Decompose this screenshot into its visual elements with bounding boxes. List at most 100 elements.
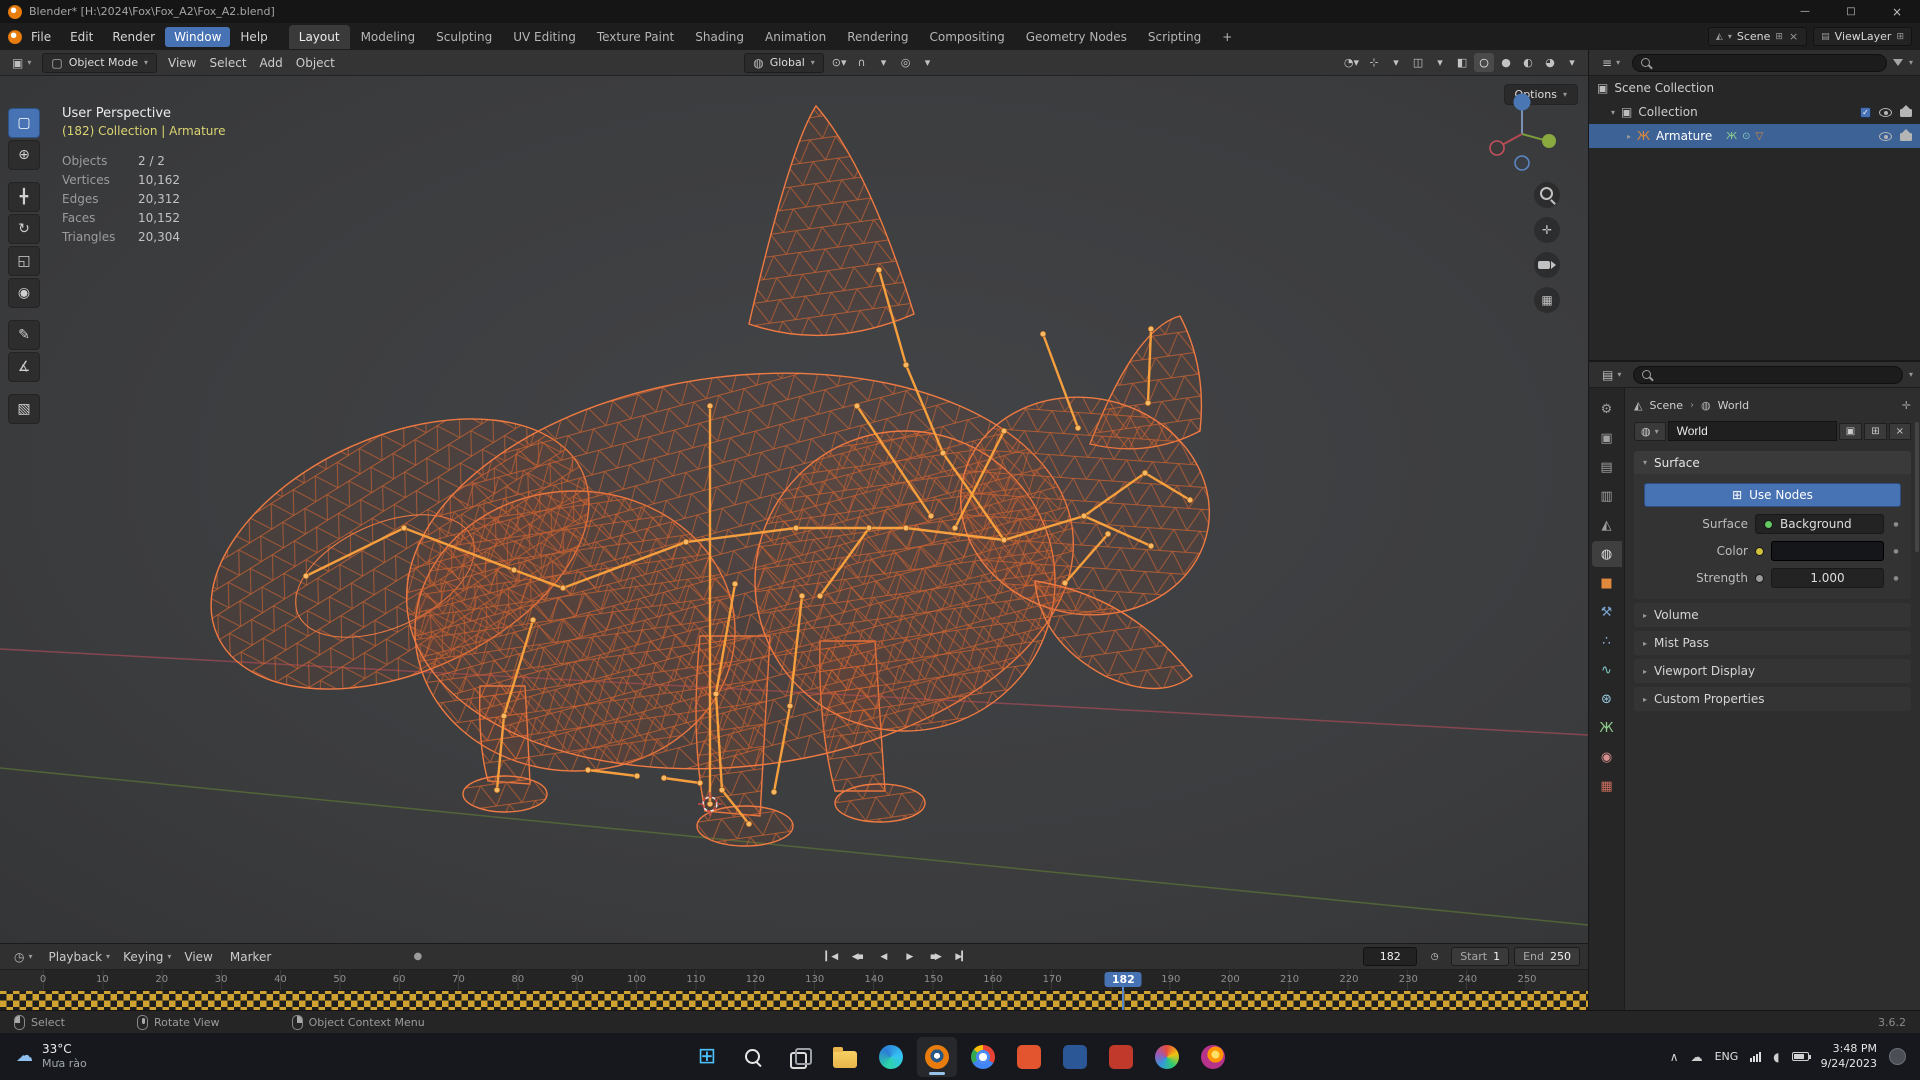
timeline-body[interactable]: 0 10 20 30 40 50 60 70 80 90 100 110 120 130 140 150 160… [0, 970, 1588, 1011]
surface-shader-dropdown[interactable]: Background [1755, 514, 1884, 534]
workspace-tab[interactable]: Modeling [351, 25, 426, 49]
outliner-row-armature[interactable]: ▸ Ж Armature Ж ⊙ ▽ [1589, 124, 1920, 148]
tab-output[interactable]: ▤ [1592, 454, 1622, 480]
navigation-gizmo[interactable] [1480, 90, 1564, 174]
pivot-point-dropdown[interactable]: ⊙▾ [829, 53, 850, 72]
app-icon-red[interactable] [1101, 1037, 1141, 1077]
menu-item[interactable]: Window [165, 26, 231, 47]
shading-dropdown[interactable]: ▾ [1562, 53, 1582, 72]
animate-dot-icon[interactable]: ● [1891, 521, 1901, 528]
properties-search-input[interactable] [1657, 368, 1894, 381]
panel-mist-pass[interactable]: ▸ Mist Pass [1634, 631, 1911, 655]
tab-world[interactable]: ◍ [1591, 541, 1622, 567]
workspace-tab[interactable]: Sculpting [426, 25, 502, 49]
transform-orientation-dropdown[interactable]: ◍ Global ▾ [744, 52, 824, 73]
disable-in-render-icon[interactable] [1900, 105, 1912, 117]
fake-user-icon[interactable]: ▣ [1838, 422, 1863, 440]
minimize-button[interactable]: — [1782, 0, 1828, 23]
app-icon-orange[interactable] [1009, 1037, 1049, 1077]
panel-viewport-display[interactable]: ▸ Viewport Display [1634, 659, 1911, 683]
shading-wireframe-button[interactable]: ○ [1474, 53, 1495, 72]
tab-view-layer[interactable]: ▥ [1592, 483, 1622, 509]
workspace-tab[interactable]: Texture Paint [587, 25, 684, 49]
tab-constraints[interactable]: ⊛ [1592, 686, 1622, 712]
keyframe-strip[interactable] [0, 991, 1588, 1011]
prev-keyframe-button[interactable]: ◀▪ [845, 947, 869, 966]
timeline-editor-type-button[interactable]: ◷ ▾ [8, 948, 39, 966]
viewport-menu-item[interactable]: View [162, 54, 202, 72]
tab-data[interactable]: Ж [1592, 715, 1622, 741]
new-datablock-icon[interactable]: ⊞ [1864, 422, 1887, 440]
tool-move[interactable]: ╋ [8, 182, 40, 212]
tool-add-cube[interactable]: ▧ [8, 394, 40, 424]
menu-item[interactable]: File [22, 27, 60, 47]
search-button[interactable] [733, 1037, 773, 1077]
tab-texture[interactable]: ▦ [1592, 773, 1622, 799]
auto-keying-toggle[interactable]: ● [405, 947, 429, 966]
tab-material[interactable]: ◉ [1592, 744, 1622, 770]
timeline-menu-item[interactable]: Keying ▾ [117, 948, 177, 966]
app-icon-blue[interactable] [1055, 1037, 1095, 1077]
frame-ruler[interactable]: 0 10 20 30 40 50 60 70 80 90 100 110 120 130 140 150 160… [40, 970, 1537, 991]
current-frame-field[interactable]: 182 [1363, 947, 1418, 966]
tab-render[interactable]: ▣ [1592, 425, 1622, 451]
tool-measure[interactable]: ∡ [8, 352, 40, 382]
close-button[interactable]: × [1874, 0, 1920, 23]
unlink-scene-icon[interactable]: × [1788, 30, 1799, 43]
workspace-tab[interactable]: + [1212, 25, 1242, 49]
jump-to-start-button[interactable]: ▎◀ [819, 947, 843, 966]
clock-widget[interactable]: 3:48 PM 9/24/2023 [1821, 1042, 1877, 1072]
play-button[interactable]: ▶ [897, 947, 921, 966]
menu-item[interactable]: Edit [61, 27, 102, 47]
tab-scene[interactable]: ◭ [1592, 512, 1622, 538]
weather-widget[interactable]: ☁ 33°C Mưa rào [0, 1042, 103, 1072]
tab-particles[interactable]: ∴ [1592, 628, 1622, 654]
gizmos-dropdown[interactable]: ▾ [1386, 53, 1406, 72]
app-icon-multicolor[interactable] [1147, 1037, 1187, 1077]
show-gizmos-toggle[interactable]: ⊹ [1364, 53, 1384, 72]
timeline-menu-item[interactable]: Playback ▾ [43, 948, 117, 966]
workspace-tab[interactable]: Geometry Nodes [1016, 25, 1137, 49]
show-overlays-toggle[interactable]: ◫ [1408, 53, 1428, 72]
unlink-icon[interactable]: × [1888, 422, 1911, 440]
new-viewlayer-icon[interactable]: ⊞ [1896, 32, 1904, 42]
properties-editor-type-button[interactable]: ▤ ▾ [1596, 366, 1627, 384]
tool-scale[interactable]: ◱ [8, 246, 40, 276]
tab-modifiers[interactable]: ⚒ [1592, 599, 1622, 625]
onedrive-cloud-icon[interactable]: ☁ [1691, 1050, 1703, 1064]
hide-in-viewport-icon[interactable] [1879, 131, 1892, 141]
snap-settings-dropdown[interactable]: ▾ [874, 53, 894, 72]
workspace-tab[interactable]: Compositing [919, 25, 1014, 49]
chrome-icon[interactable] [963, 1037, 1003, 1077]
breadcrumb-world[interactable]: World [1718, 399, 1750, 412]
blender-menu-icon[interactable] [8, 29, 22, 44]
maximize-button[interactable]: □ [1828, 0, 1874, 23]
zoom-icon[interactable] [1534, 182, 1560, 208]
editor-type-button[interactable]: ▣ ▾ [6, 54, 37, 72]
blender-icon[interactable] [917, 1036, 957, 1077]
firefox-icon[interactable] [1193, 1037, 1233, 1077]
timeline-menu-item[interactable]: View [178, 948, 222, 966]
shading-rendered-button[interactable]: ◕ [1540, 53, 1560, 72]
tab-tool[interactable]: ⚙ [1592, 396, 1622, 422]
collapse-icon[interactable]: ▸ [1627, 132, 1631, 141]
proportional-editing-toggle[interactable]: ◎ [896, 53, 916, 72]
tool-cursor[interactable]: ⊕ [8, 140, 40, 170]
shading-solid-button[interactable]: ● [1496, 53, 1516, 72]
properties-search-box[interactable] [1633, 365, 1903, 384]
expand-icon[interactable]: ▾ [1611, 108, 1615, 117]
panel-volume[interactable]: ▸ Volume [1634, 603, 1911, 627]
battery-icon[interactable] [1791, 1052, 1811, 1061]
network-icon[interactable] [1750, 1051, 1762, 1062]
menu-item[interactable]: Render [103, 27, 164, 47]
pan-hand-icon[interactable]: ✛ [1534, 217, 1560, 243]
outliner-search-input[interactable] [1656, 56, 1878, 69]
language-indicator[interactable]: ENG [1715, 1050, 1739, 1063]
hide-in-viewport-icon[interactable] [1879, 107, 1892, 117]
use-preview-range-toggle[interactable]: ◷ [1422, 947, 1446, 966]
workspace-tab[interactable]: UV Editing [503, 25, 586, 49]
tool-transform[interactable]: ◉ [8, 278, 40, 308]
toggle-ortho-icon[interactable]: ▦ [1534, 287, 1560, 313]
workspace-tab[interactable]: Shading [685, 25, 754, 49]
proportional-falloff-dropdown[interactable]: ▾ [918, 53, 938, 72]
